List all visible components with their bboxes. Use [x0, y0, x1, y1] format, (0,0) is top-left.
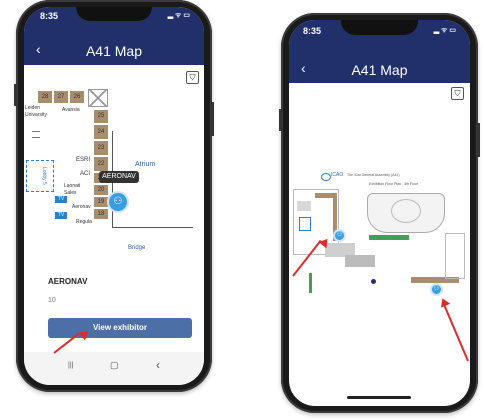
left-status-icons: ▂ ᯤ ▭	[167, 12, 190, 19]
map-floor-subtitle: Exhibition Floor Plan - 4th Floor	[369, 182, 419, 186]
map-pin-left[interactable]: ⚇	[333, 229, 346, 242]
icao-logo-icon	[321, 173, 331, 181]
right-phone: 8:35 ▂ ᯤ ▭ ‹ A41 Map ⛉ ICAO The 41st Gen…	[279, 13, 480, 413]
atrium-label: Atrium	[135, 161, 156, 168]
left-page-title: A41 Map	[85, 43, 143, 59]
home-button[interactable]: ▢	[110, 360, 119, 371]
booth-25[interactable]: 25	[94, 110, 108, 123]
label-esri: ESRI	[76, 157, 91, 163]
booth-20[interactable]: 20	[94, 185, 108, 195]
exhibitor-number: 10	[48, 297, 56, 304]
right-notch	[341, 20, 418, 35]
back-nav-button[interactable]: ‹	[156, 358, 160, 372]
left-phone: 8:35 ▂ ᯤ ▭ ‹ A41 Map ⛉ 28 27 26 Leiden U…	[14, 0, 214, 392]
map-org-label: ICAO	[331, 172, 344, 178]
right-home-indicator[interactable]	[347, 396, 411, 399]
menu-lines-icon	[32, 131, 40, 138]
left-filter-icon[interactable]: ⛉	[186, 71, 199, 84]
label-regula: Regula	[76, 219, 92, 225]
label-leiden: Leiden Univarsity	[25, 105, 47, 118]
left-volume-button	[14, 84, 17, 106]
booth-19[interactable]: 19	[94, 197, 108, 207]
booth-23[interactable]: 23	[94, 141, 108, 155]
right-filter-icon[interactable]: ⛉	[451, 87, 464, 100]
exhibitor-name: AERONAV	[48, 277, 88, 286]
floorplan-room-b	[299, 217, 311, 231]
side-room: Lobby 5	[26, 160, 54, 192]
label-aci: ACI	[80, 171, 91, 177]
x-marked-booth	[88, 89, 108, 107]
left-status-time: 8:35	[40, 11, 59, 21]
right-page-title: A41 Map	[351, 62, 408, 78]
label-aeronav-map: Aeronav	[72, 204, 91, 210]
floorplan-legend	[309, 273, 328, 293]
left-power-button	[211, 102, 214, 136]
side-room-label: Lobby 5	[41, 167, 47, 185]
floorplan-grey-block-2	[345, 255, 375, 267]
recent-apps-button[interactable]: |||	[68, 362, 73, 369]
left-details-panel: AERONAV 10 View exhibitor	[24, 260, 204, 350]
booth-24[interactable]: 24	[94, 125, 108, 139]
label-avansia: Avansia	[62, 107, 80, 113]
left-screen: 8:35 ▂ ᯤ ▭ ‹ A41 Map ⛉ 28 27 26 Leiden U…	[24, 7, 204, 385]
view-exhibitor-label: View exhibitor	[92, 323, 148, 332]
map-pin-right[interactable]: ⚇	[430, 283, 443, 296]
booth-28[interactable]: 28	[38, 91, 52, 103]
right-status-icons: ▂ ᯤ ▭	[433, 27, 456, 34]
left-bottom-nav: ||| ▢ ‹	[24, 352, 204, 385]
aeronav-tooltip: AERONAV	[99, 171, 139, 183]
right-power-button	[477, 123, 480, 157]
booth-18[interactable]: 18	[94, 209, 108, 219]
floorplan-right-block	[445, 233, 465, 279]
booth-22[interactable]: 22	[94, 157, 108, 171]
map-event-title: The 41st General Assembly (A41)	[347, 173, 400, 177]
booth-26[interactable]: 26	[70, 91, 84, 103]
floorplan-plenary-inner	[391, 199, 421, 223]
tv-marker-2: TV	[55, 212, 67, 219]
right-screen: 8:35 ▂ ᯤ ▭ ‹ A41 Map ⛉ ICAO The 41st Gen…	[289, 20, 470, 406]
tv-marker-1: TV	[55, 196, 67, 203]
floorplan-room-a	[297, 201, 311, 211]
right-volume-button	[279, 109, 282, 131]
view-exhibitor-button[interactable]: View exhibitor	[48, 318, 192, 338]
bridge-label: Bridge	[128, 245, 146, 251]
booth-27[interactable]: 27	[54, 91, 68, 103]
right-map[interactable]: ⛉ ICAO The 41st General Assembly (A41) E…	[289, 83, 470, 393]
left-map[interactable]: ⛉ 28 27 26 Leiden Univarsity Avansia 25 …	[24, 65, 204, 260]
aeronav-location-pin[interactable]: ⚇	[107, 191, 129, 213]
right-status-time: 8:35	[303, 26, 322, 36]
label-laonati: Laonati Sales	[64, 183, 81, 196]
left-notch	[76, 7, 152, 21]
floorplan-green-booths	[369, 235, 409, 240]
floorplan-legend-dot	[371, 279, 376, 284]
